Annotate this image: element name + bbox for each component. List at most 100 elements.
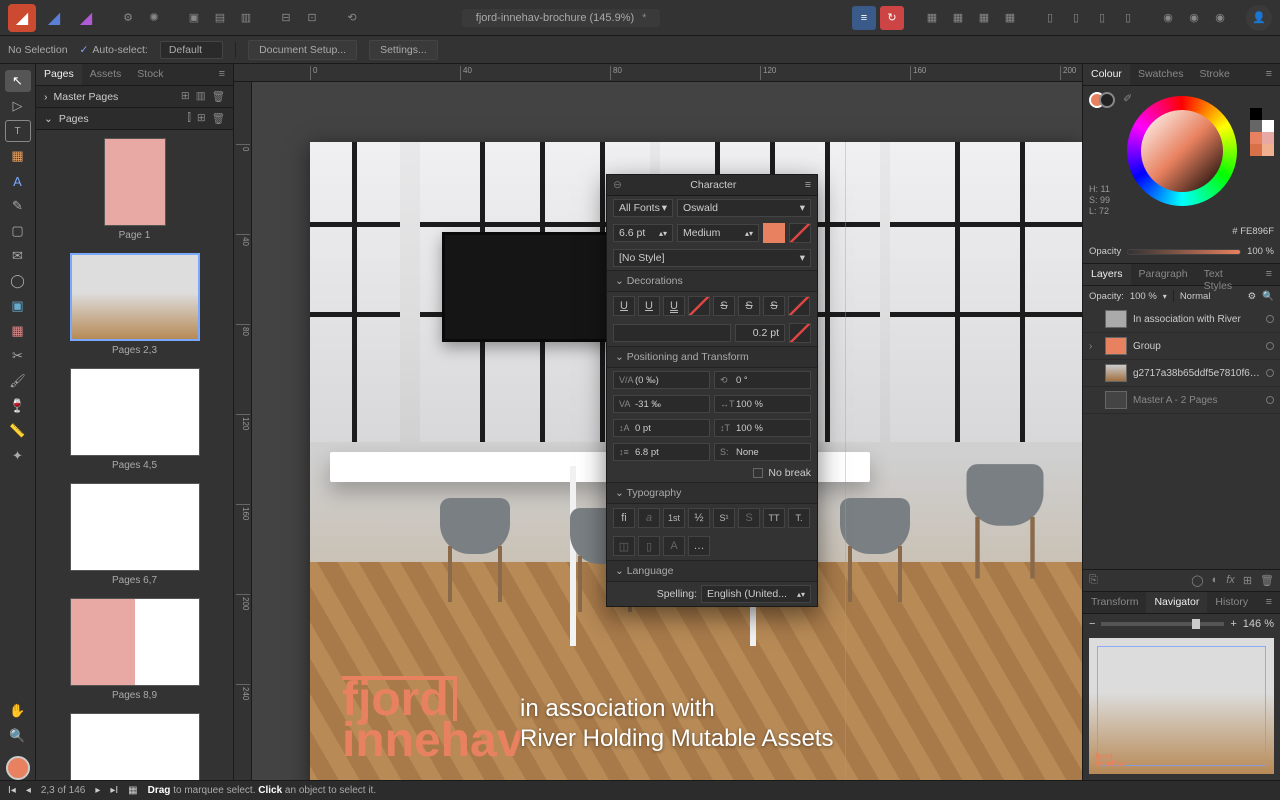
eyedropper-tool[interactable]: ✦	[5, 445, 31, 467]
align-icon[interactable]: ≡	[852, 6, 876, 30]
link-icon[interactable]: ⟲	[340, 6, 364, 30]
adjust-icon[interactable]: ◐	[1212, 574, 1219, 587]
layer-row[interactable]: › Group	[1083, 333, 1280, 360]
page-thumb-more[interactable]	[44, 713, 225, 780]
typo-more-icon[interactable]: …	[688, 536, 710, 556]
ordinals-icon[interactable]: 1st	[663, 508, 685, 528]
kerning-field[interactable]: VA-31 ‰	[613, 395, 710, 413]
visibility-toggle[interactable]	[1266, 342, 1274, 350]
preview-toggle-icon[interactable]: ▦	[128, 785, 137, 796]
snap3-icon[interactable]: ▥	[234, 6, 258, 30]
pages-panel-menu-icon[interactable]: ≡	[211, 64, 233, 85]
tracking-field[interactable]: V/A(0 ‰)	[613, 371, 710, 389]
prev-page-icon[interactable]: ◂	[26, 785, 31, 796]
layers-panel-menu-icon[interactable]: ≡	[1258, 264, 1280, 285]
char-style-combo[interactable]: [No Style]▾	[613, 249, 811, 267]
layer-expand-icon[interactable]: ›	[1089, 341, 1099, 352]
page-thumb-6-7[interactable]: Pages 6,7	[44, 483, 225, 586]
zoom-tool[interactable]: 🔍	[5, 725, 31, 747]
preferences-icon[interactable]: ✺	[142, 6, 166, 30]
preflight-icon[interactable]: ↻	[880, 6, 904, 30]
fractions-icon[interactable]: ½	[688, 508, 710, 528]
pages-scroll[interactable]: Page 1 Pages 2,3 Pages 4,5 Pages 6,7 Pag…	[36, 130, 233, 780]
table-tool[interactable]: ▦	[5, 145, 31, 167]
visibility-toggle[interactable]	[1266, 369, 1274, 377]
tab-colour[interactable]: Colour	[1083, 64, 1130, 85]
font-size-field[interactable]: 6.6 pt▴▾	[613, 224, 673, 242]
cloud-3-icon[interactable]: ◉	[1208, 6, 1232, 30]
crop-tool[interactable]: ✂	[5, 345, 31, 367]
document-title[interactable]: fjord-innehav-brochure (145.9%) *	[462, 9, 661, 27]
eyedropper-icon[interactable]: ✐	[1123, 92, 1132, 108]
decoration-value[interactable]: 0.2 pt	[735, 324, 785, 342]
last-page-icon[interactable]: ▸I	[110, 785, 118, 796]
typography-section[interactable]: ⌄ Typography	[607, 482, 817, 504]
place-image-tool[interactable]: ▣	[5, 295, 31, 317]
visibility-toggle[interactable]	[1266, 315, 1274, 323]
vscale-field[interactable]: ↕T100 %	[714, 419, 811, 437]
layers-search-icon[interactable]: 🔍	[1262, 291, 1274, 302]
language-section[interactable]: ⌄ Language	[607, 560, 817, 582]
superscript-icon[interactable]: S¹	[713, 508, 735, 528]
order-2-icon[interactable]: ▯	[1064, 6, 1088, 30]
recent-swatches[interactable]	[1250, 108, 1274, 156]
positioning-section[interactable]: ⌄ Positioning and Transform	[607, 346, 817, 368]
panel-close-icon[interactable]: ⊖	[613, 179, 622, 191]
auto-select-combo[interactable]: Default	[160, 41, 223, 59]
hex-readout[interactable]: # FE896F	[1232, 226, 1274, 237]
font-weight-combo[interactable]: Medium▴▾	[677, 224, 759, 242]
blend-mode-combo[interactable]: Normal	[1180, 291, 1242, 302]
baseline-icon[interactable]: ⊟	[274, 6, 298, 30]
measure-tool[interactable]: 📏	[5, 420, 31, 442]
fx-icon[interactable]: fx	[1226, 574, 1235, 587]
colour-swatch[interactable]	[763, 223, 785, 243]
tab-stroke[interactable]: Stroke	[1191, 64, 1237, 85]
canvas[interactable]: 0 40 80 120 160 200 0 40 80 120 160 200 …	[234, 64, 1082, 780]
tab-transform[interactable]: Transform	[1083, 592, 1146, 613]
tab-history[interactable]: History	[1207, 592, 1256, 613]
shear-field[interactable]: S:None	[714, 443, 811, 461]
master-opts-icon[interactable]: ▥	[196, 90, 206, 103]
font-family-combo[interactable]: Oswald▾	[677, 199, 811, 217]
strikethrough2-icon[interactable]: S	[738, 296, 760, 316]
underline-icon[interactable]: U	[613, 296, 635, 316]
document-setup-button[interactable]: Document Setup...	[248, 40, 357, 60]
navigator-preview[interactable]: fjordinnehav	[1089, 638, 1274, 774]
mask-icon[interactable]: ◯	[1191, 574, 1203, 587]
tab-navigator[interactable]: Navigator	[1146, 592, 1207, 613]
underline2-icon[interactable]: U	[638, 296, 660, 316]
add-layer-icon[interactable]: ⊞	[1243, 574, 1252, 587]
smallcaps-icon[interactable]: T.	[788, 508, 810, 528]
stroke-swatch[interactable]	[1099, 92, 1115, 108]
view-mode-icon[interactable]: ⚙	[116, 6, 140, 30]
delete-page-icon[interactable]: 🗑	[212, 112, 225, 125]
cloud-1-icon[interactable]: ◉	[1156, 6, 1180, 30]
tab-layers[interactable]: Layers	[1083, 264, 1131, 285]
picture-frame-tool[interactable]: ✉	[5, 245, 31, 267]
delete-master-icon[interactable]: 🗑	[212, 90, 225, 103]
no-strike-icon[interactable]	[788, 296, 810, 316]
colour-wheel[interactable]	[1127, 96, 1237, 206]
tab-stock[interactable]: Stock	[129, 64, 171, 85]
tab-assets[interactable]: Assets	[82, 64, 130, 85]
fill-colour-swatch[interactable]	[6, 756, 30, 780]
typo-extra-1-icon[interactable]: ◫	[613, 536, 635, 556]
arrange-3-icon[interactable]: ▦	[972, 6, 996, 30]
typo-extra-2-icon[interactable]: ▯	[638, 536, 660, 556]
subscript-icon[interactable]: S	[738, 508, 760, 528]
add-page-icon[interactable]: ⊞	[197, 112, 206, 125]
leading-field[interactable]: ↕≡6.8 pt	[613, 443, 710, 461]
decorations-section[interactable]: ⌄ Decorations	[607, 270, 817, 292]
layer-row[interactable]: In association with River	[1083, 306, 1280, 333]
move-tool[interactable]: ↖	[5, 70, 31, 92]
pages-opts-icon[interactable]: ⫿	[187, 112, 190, 125]
caps-icon[interactable]: TT	[763, 508, 785, 528]
tab-text-styles[interactable]: Text Styles	[1196, 264, 1258, 285]
layers-gear-icon[interactable]: ⚙	[1248, 291, 1257, 302]
hscale-field[interactable]: ↔T100 %	[714, 395, 811, 413]
fill-tool[interactable]: 🖌	[5, 370, 31, 392]
rotation-field[interactable]: ⟲0 °	[714, 371, 811, 389]
delete-layer-icon[interactable]: 🗑	[1260, 574, 1274, 587]
no-colour-icon[interactable]	[789, 223, 811, 243]
page-indicator[interactable]: 2,3 of 146	[41, 785, 85, 796]
